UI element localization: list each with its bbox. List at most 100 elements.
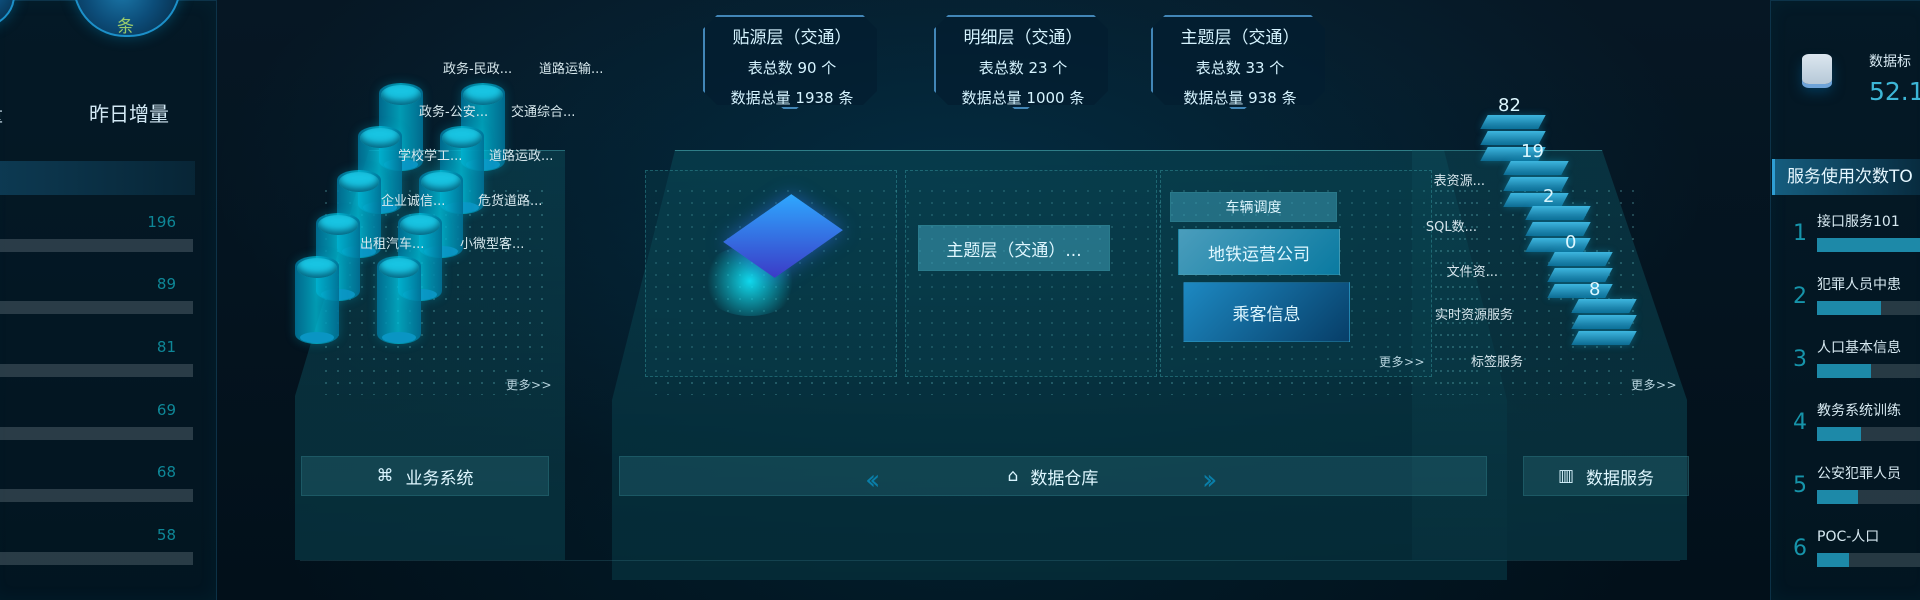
- service-tile: [1571, 331, 1637, 345]
- left-bar-track: [0, 427, 193, 440]
- business-system-label: 危货道路...: [478, 194, 543, 209]
- rank-progress-track: [1817, 301, 1920, 315]
- tooltip-title: 明细层（交通）: [963, 28, 1083, 48]
- data-warehouse-label: 数据仓库: [1030, 468, 1099, 489]
- rank-item-name: 人口基本信息: [1817, 340, 1901, 356]
- rank-item-name: POC-人口: [1817, 529, 1880, 545]
- service-count-stack: 8: [1571, 279, 1637, 353]
- service-tile: [1571, 299, 1637, 313]
- service-tile: [1547, 252, 1613, 266]
- business-system-label: 政务-公安...: [419, 105, 489, 120]
- tooltip-title: 主题层（交通）: [1180, 28, 1300, 48]
- business-system-label: 小微型客...: [460, 237, 525, 252]
- metric-label-total: 量: [0, 98, 3, 127]
- service-tile: [1547, 284, 1613, 298]
- service-tile: [1525, 222, 1591, 236]
- warehouse-more-link[interactable]: 更多>>: [1379, 353, 1425, 370]
- service-tile: [1547, 268, 1613, 282]
- business-system-label: 出租汽车...: [360, 237, 425, 252]
- rank-progress-fill: [1817, 553, 1850, 567]
- service-more-link[interactable]: 更多>>: [1631, 376, 1677, 393]
- tooltip-table-total: 表总数 90 个: [747, 59, 837, 77]
- rank-number: 2: [1793, 284, 1807, 309]
- tooltip-subject-layer: 主题层（交通） 表总数 33 个 数据总量 938 条: [1151, 15, 1325, 109]
- rank-progress-fill: [1817, 364, 1871, 378]
- chart-icon: ▥: [1557, 466, 1575, 486]
- passenger-info-card[interactable]: 乘客信息: [1183, 282, 1350, 342]
- service-tile: [1571, 315, 1637, 329]
- tooltip-table-total: 表总数 23 个: [978, 59, 1068, 77]
- left-bar-track: [0, 301, 193, 314]
- rank-item-name: 接口服务101: [1817, 214, 1900, 230]
- database-stat-value: 52.1: [1869, 77, 1920, 106]
- rank-item-name: 犯罪人员中患: [1817, 277, 1901, 293]
- business-system-label: 企业诚信...: [381, 194, 446, 209]
- data-service-button[interactable]: ▥ 数据服务: [1523, 456, 1689, 496]
- front-edge-line: [300, 560, 1680, 561]
- vehicle-dispatch-card[interactable]: 车辆调度: [1170, 192, 1337, 222]
- business-system-label: 交通综合...: [511, 105, 576, 120]
- total-metric-circle: [0, 0, 15, 27]
- business-system-button[interactable]: ⌘ 业务系统: [301, 456, 549, 496]
- service-tile: [1503, 161, 1569, 175]
- metro-company-label: 地铁运营公司: [1208, 244, 1310, 265]
- left-bar-value: 69: [156, 401, 176, 419]
- rank-item-name: 公安犯罪人员: [1817, 466, 1901, 482]
- service-count: 8: [1589, 279, 1601, 300]
- rank-number: 5: [1793, 473, 1807, 498]
- rank-number: 4: [1793, 410, 1807, 435]
- service-tile: [1525, 206, 1591, 220]
- left-bar-value: 68: [156, 463, 176, 481]
- service-count: 0: [1565, 232, 1577, 253]
- dashboard-page: 条 量 昨日增量 196 89 81 69 68 58 贴源层（交通） 表总数 …: [0, 0, 1920, 600]
- service-label: 文件资...: [1446, 265, 1498, 280]
- rank-number: 3: [1793, 347, 1807, 372]
- left-stat-panel: 条 量 昨日增量 196 89 81 69 68 58: [0, 0, 217, 600]
- right-arrow-icon: ››: [1202, 463, 1218, 496]
- data-warehouse-button[interactable]: ‹‹ ⌂ 数据仓库 ››: [619, 456, 1487, 496]
- left-bar-track: [0, 364, 193, 377]
- left-bar-value: 196: [147, 213, 176, 231]
- service-count: 2: [1543, 186, 1555, 207]
- subject-layer-label: 主题层（交通）...: [946, 240, 1082, 261]
- rank-progress-track: [1817, 364, 1920, 378]
- business-more-link[interactable]: 更多>>: [506, 376, 552, 393]
- business-system-cylinder: [377, 256, 421, 344]
- left-arrow-icon: ‹‹: [865, 463, 881, 496]
- service-tile: [1525, 238, 1591, 252]
- business-system-label: 道路运政...: [489, 149, 554, 164]
- service-tile: [1503, 193, 1569, 207]
- tooltip-data-total: 数据总量 938 条: [1183, 89, 1297, 107]
- passenger-info-label: 乘客信息: [1232, 304, 1301, 325]
- rank-item-name: 教务系统训练: [1817, 403, 1901, 419]
- detail-layer-zone: [905, 170, 1157, 377]
- service-tile: [1480, 115, 1546, 129]
- tooltip-source-layer: 贴源层（交通） 表总数 90 个 数据总量 1938 条: [703, 15, 877, 109]
- left-bar-value: 58: [156, 526, 176, 544]
- service-tile: [1503, 177, 1569, 191]
- tooltip-data-total: 数据总量 1938 条: [730, 89, 854, 107]
- service-count: 82: [1498, 95, 1521, 116]
- left-section-header: [0, 161, 195, 195]
- tooltip-title: 贴源层（交通）: [732, 28, 852, 48]
- service-count: 19: [1521, 141, 1544, 162]
- rank-number: 6: [1793, 536, 1807, 561]
- subject-layer-card[interactable]: 主题层（交通）...: [918, 225, 1110, 271]
- left-bar-track: [0, 489, 193, 502]
- business-system-label: 道路运输...: [539, 62, 604, 77]
- metro-company-card[interactable]: 地铁运营公司: [1178, 229, 1340, 275]
- service-label: SQL数...: [1425, 220, 1477, 235]
- rank-progress-fill: [1817, 490, 1858, 504]
- service-label: 实时资源服务: [1434, 308, 1513, 323]
- metric-label-yesterday: 昨日增量: [89, 102, 169, 126]
- rank-progress-fill: [1817, 301, 1881, 315]
- rank-progress-track: [1817, 553, 1920, 567]
- rank-progress-fill: [1817, 238, 1920, 252]
- tooltip-data-total: 数据总量 1000 条: [961, 89, 1085, 107]
- business-system-icon: ⌘: [376, 466, 394, 486]
- vehicle-dispatch-label: 车辆调度: [1225, 200, 1282, 216]
- left-bar-track: [0, 552, 193, 565]
- data-platform-stage: 主题层（交通）... 车辆调度 地铁运营公司 乘客信息 更多>> 政务-民政..…: [295, 62, 1695, 600]
- metric-unit: 条: [117, 17, 134, 37]
- database-icon: [1802, 54, 1832, 84]
